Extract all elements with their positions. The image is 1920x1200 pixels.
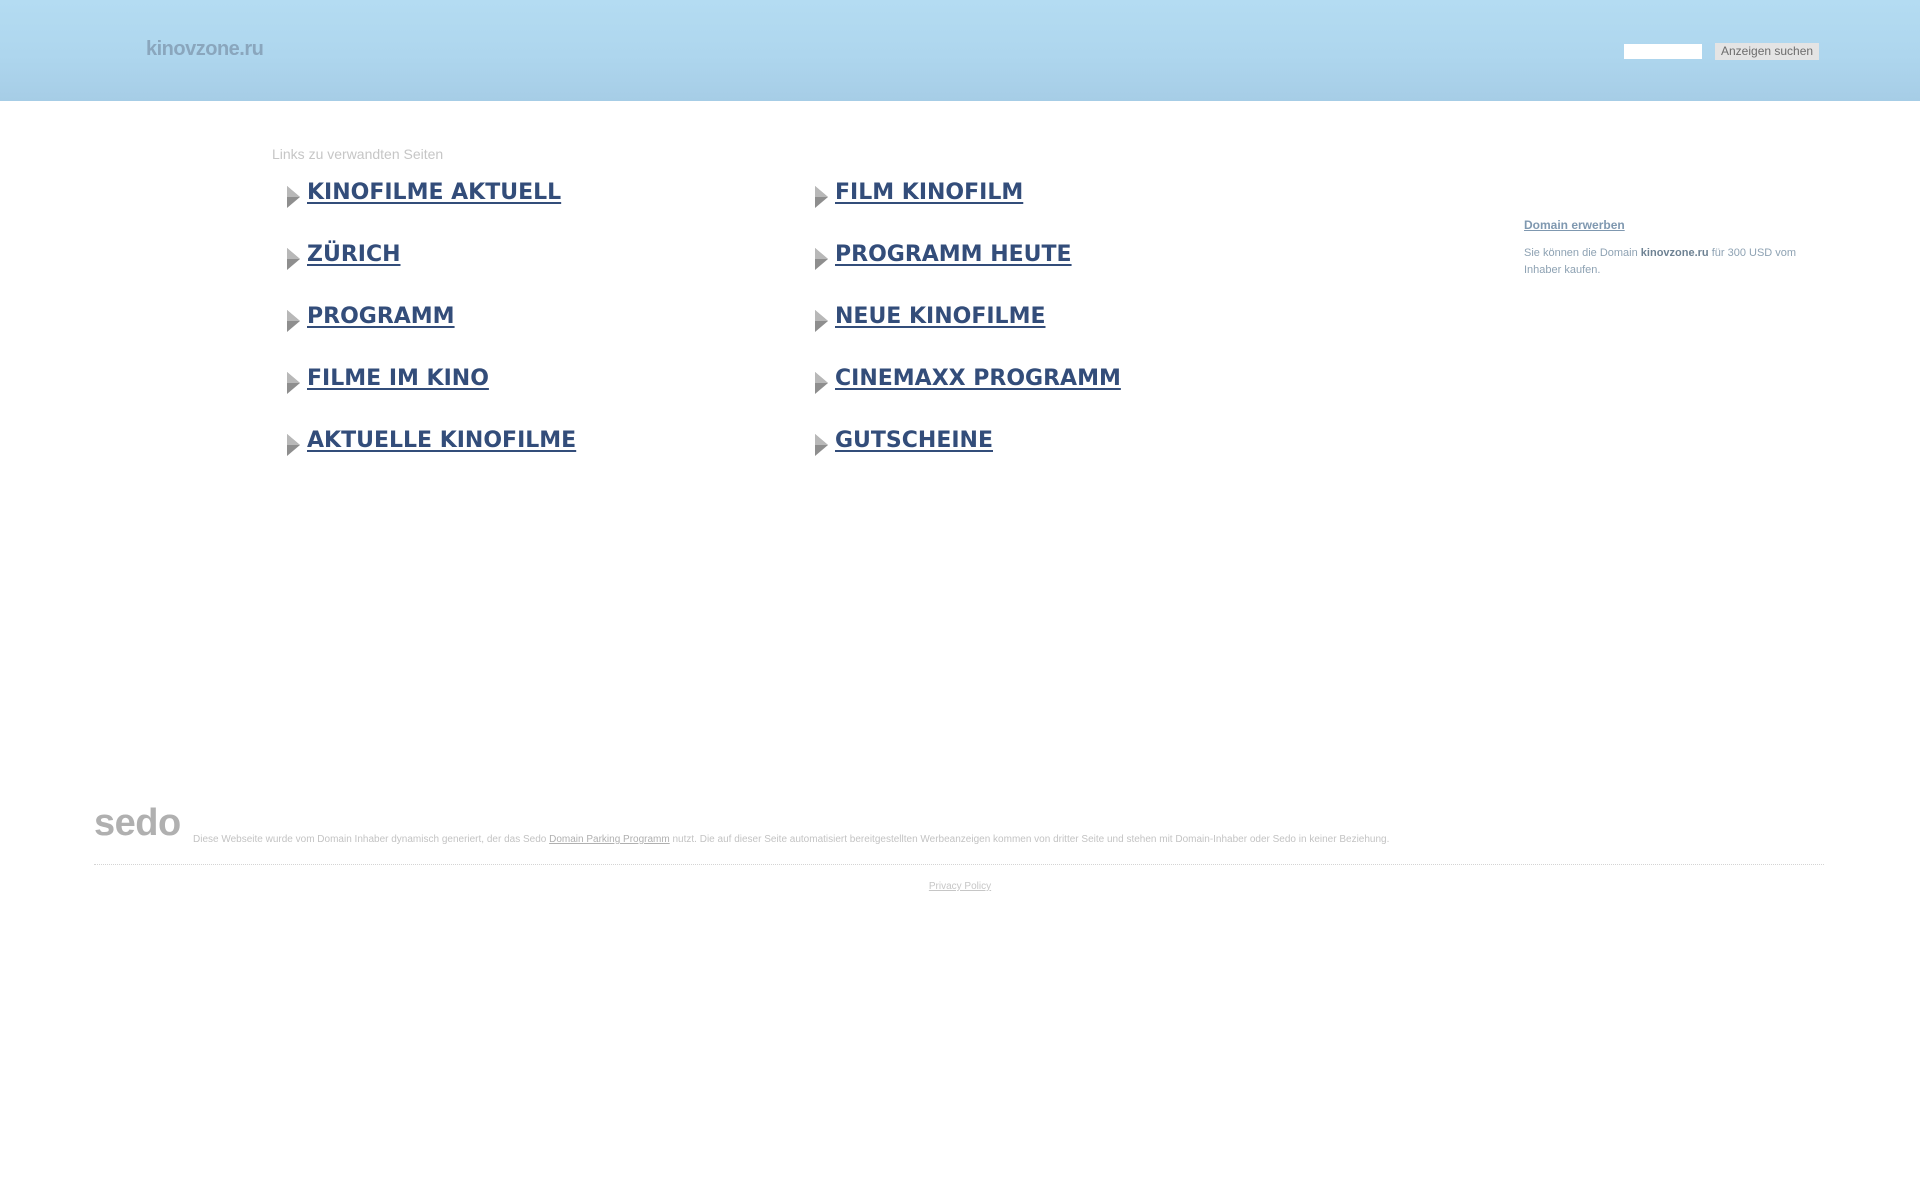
domain-parking-link[interactable]: Domain Parking Programm <box>549 834 670 845</box>
related-link-text[interactable]: PROGRAMM <box>307 304 455 329</box>
related-link-text[interactable]: CINEMAXX PROGRAMM <box>835 366 1121 391</box>
privacy-container: Privacy Policy <box>0 881 1920 892</box>
related-link-text[interactable]: PROGRAMM HEUTE <box>835 242 1072 267</box>
buy-domain-name: kinovzone.ru <box>1640 247 1709 259</box>
related-link-text[interactable]: NEUE KINOFILME <box>835 304 1046 329</box>
buy-domain-description: Sie können die Domain kinovzone.ru für 3… <box>1524 245 1824 279</box>
related-links-heading: Links zu verwandten Seiten <box>272 146 444 162</box>
site-title: kinovzone.ru <box>146 38 264 60</box>
privacy-policy-link[interactable]: Privacy Policy <box>929 881 991 892</box>
search-button[interactable]: Anzeigen suchen <box>1715 43 1820 60</box>
arrow-right-icon <box>287 248 300 270</box>
related-link-text[interactable]: ZÜRICH <box>307 242 401 267</box>
arrow-right-icon <box>815 248 828 270</box>
disclaimer-after: nutzt. Die auf dieser Seite automatisier… <box>669 834 1390 845</box>
search-input[interactable] <box>1624 44 1702 59</box>
arrow-right-icon <box>287 372 300 394</box>
related-link-text[interactable]: GUTSCHEINE <box>835 428 993 453</box>
related-link-text[interactable]: FILME IM KINO <box>307 366 489 391</box>
buy-domain-link[interactable]: Domain erwerben <box>1524 218 1625 232</box>
sedo-logo: sedo <box>94 802 181 844</box>
related-link-text[interactable]: KINOFILME AKTUELL <box>307 180 561 205</box>
arrow-right-icon <box>287 434 300 456</box>
related-link-text[interactable]: AKTUELLE KINOFILME <box>307 428 576 453</box>
page: kinovzone.ru Anzeigen suchen Links zu ve… <box>0 0 1920 1200</box>
arrow-right-icon <box>815 372 828 394</box>
arrow-right-icon <box>287 186 300 208</box>
disclaimer-text: Diese Webseite wurde vom Domain Inhaber … <box>193 834 1389 845</box>
disclaimer-before: Diese Webseite wurde vom Domain Inhaber … <box>193 834 550 845</box>
arrow-right-icon <box>287 310 300 332</box>
arrow-right-icon <box>815 310 828 332</box>
header-bar: kinovzone.ru Anzeigen suchen <box>0 0 1920 101</box>
footer-divider <box>94 864 1824 865</box>
arrow-right-icon <box>815 186 828 208</box>
arrow-right-icon <box>815 434 828 456</box>
related-link-text[interactable]: FILM KINOFILM <box>835 180 1023 205</box>
buy-domain-text-before: Sie können die Domain <box>1524 247 1641 259</box>
